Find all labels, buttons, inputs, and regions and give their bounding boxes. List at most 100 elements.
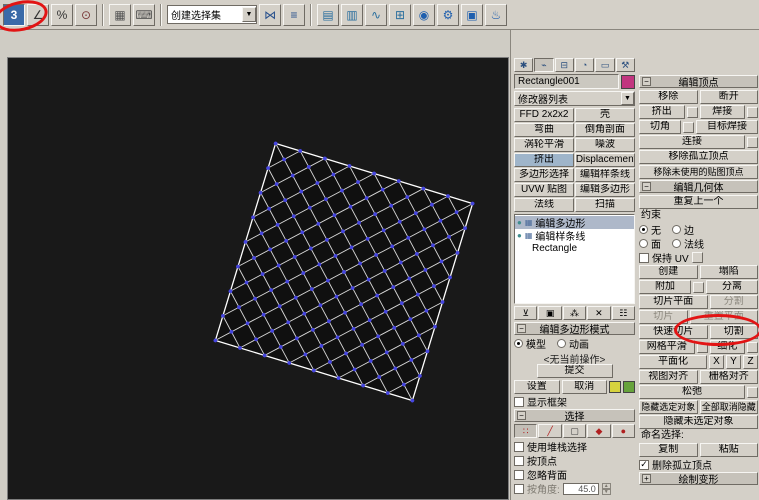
collapse-button[interactable]: 塌陷 [700,265,759,279]
preview-color-chip-2[interactable] [623,381,635,393]
bend-button[interactable]: 弯曲 [514,123,574,137]
constraint-edge-radio[interactable] [672,225,681,234]
spinner-arrows-icon[interactable] [602,483,611,495]
constraint-none-radio[interactable] [639,225,648,234]
tab-utilities[interactable]: ⚒ [616,58,635,72]
rollout-edit-poly-mode-header[interactable]: 编辑多边形模式 [514,322,635,335]
remove-unused-map-verts-button[interactable]: 移除未使用的贴图顶点 [639,165,758,179]
chevron-down-icon[interactable] [242,7,256,22]
lightbulb-icon[interactable]: ● [517,218,522,227]
normal-button[interactable]: 法线 [514,198,574,212]
by-angle-spinner-value[interactable]: 45.0 [563,483,599,495]
show-end-result-button[interactable]: ▣ [538,306,561,320]
tessellate-button[interactable]: 细化 [710,340,746,354]
extrude-settings-button[interactable] [687,107,698,118]
tab-create[interactable]: ✱ [514,58,533,72]
preserve-uv-settings-button[interactable] [692,252,703,263]
target-weld-button[interactable]: 目标焊接 [696,120,758,134]
animate-radio[interactable] [557,339,566,348]
model-radio[interactable] [514,339,523,348]
tab-motion[interactable]: ◔ [575,58,594,72]
split-toggle[interactable]: 分割 [710,295,759,309]
lightbulb-icon[interactable]: ● [517,231,522,240]
remove-button[interactable]: 移除 [639,90,698,104]
by-angle-checkbox[interactable] [514,484,524,494]
chamfer-settings-button[interactable] [683,122,694,133]
copy-button[interactable]: 复制 [639,443,698,457]
remove-isolated-vertices-button[interactable]: 移除孤立顶点 [639,150,758,164]
connect-settings-button[interactable] [747,137,758,148]
tab-hierarchy[interactable]: ⊟ [555,58,574,72]
align-button[interactable]: ≡ [283,4,305,26]
paste-button[interactable]: 粘贴 [700,443,759,457]
edit-spline-button[interactable]: 编辑样条线 [575,168,635,182]
remove-modifier-button[interactable]: ✕ [587,306,610,320]
unhide-all-button[interactable]: 全部取消隐藏 [700,400,759,414]
rendered-frame-button[interactable]: ▣ [461,4,483,26]
vertex-mode-button[interactable]: ∷ [514,424,537,438]
poly-select-button[interactable]: 多边形选择 [514,168,574,182]
constraint-normal-radio[interactable] [672,239,681,248]
edit-named-selection-button[interactable]: ▦ [109,4,131,26]
render-setup-button[interactable]: ⚙ [437,4,459,26]
create-button[interactable]: 创建 [639,265,698,279]
quickslice-button[interactable]: 快速切片 [639,325,708,339]
snap-toggle-3-button[interactable]: 3 [3,4,25,26]
planar-x-button[interactable]: X [709,355,724,369]
preserve-uv-checkbox[interactable] [639,253,649,263]
weld-button[interactable]: 焊接 [700,105,746,119]
break-button[interactable]: 断开 [700,90,759,104]
object-name-field[interactable]: Rectangle001 [514,74,619,89]
edge-mode-button[interactable]: ╱ [538,424,561,438]
meshsmooth-button[interactable]: 网格平滑 [639,340,695,354]
vray-displacement-button[interactable]: ayDisplacementM [575,153,635,167]
schematic-view-button[interactable]: ⊞ [389,4,411,26]
rollout-paint-deform-header[interactable]: 绘制变形 [639,472,758,485]
planar-y-button[interactable]: Y [726,355,741,369]
connect-button[interactable]: 连接 [639,135,745,149]
ignore-backfacing-checkbox[interactable] [514,470,524,480]
rollout-edit-geometry-header[interactable]: 编辑几何体 [639,180,758,193]
angle-snap-button[interactable]: ∠ [27,4,49,26]
tab-modify[interactable]: ⌁ [534,58,553,72]
hide-unselected-button[interactable]: 隐藏未选定对象 [639,415,758,429]
material-editor-button[interactable]: ◉ [413,4,435,26]
polygon-mode-button[interactable]: ◆ [587,424,610,438]
show-frame-checkbox[interactable] [514,397,524,407]
rollout-selection-header[interactable]: 选择 [514,409,635,422]
curve-editor-button[interactable]: ∿ [365,4,387,26]
relax-settings-button[interactable] [747,387,758,398]
cancel-button[interactable]: 取消 [562,380,608,394]
use-stack-selection-checkbox[interactable] [514,442,524,452]
rollout-edit-vertices-header[interactable]: 编辑顶点 [639,75,758,88]
ffd-2x2x2-button[interactable]: FFD 2x2x2 [514,108,574,122]
delete-isolated-vertices-checkbox[interactable]: ✓ [639,460,649,470]
expand-icon[interactable] [642,474,651,483]
constraint-face-radio[interactable] [639,239,648,248]
extrude-button[interactable]: 挤出 [639,105,685,119]
relax-button[interactable]: 松弛 [639,385,745,399]
noise-button[interactable]: 噪波 [575,138,635,152]
by-vertex-checkbox[interactable] [514,456,524,466]
meshsmooth-settings-button[interactable] [697,342,708,353]
attach-button[interactable]: 附加 [639,280,691,294]
graphite-ribbon-button[interactable]: ▥ [341,4,363,26]
shell-button[interactable]: 壳 [575,108,635,122]
weld-settings-button[interactable] [747,107,758,118]
percent-snap-button[interactable]: % [51,4,73,26]
modifier-list-dropdown[interactable]: 修改器列表 [514,91,635,106]
stack-item-edit-spline[interactable]: ●▦编辑样条线 [515,229,634,242]
tab-display[interactable]: ▭ [595,58,614,72]
turbosmooth-button[interactable]: 涡轮平滑 [514,138,574,152]
detach-button[interactable]: 分离 [706,280,758,294]
layer-manager-button[interactable]: ▤ [317,4,339,26]
collapse-icon[interactable] [642,77,651,86]
hide-selected-button[interactable]: 隐藏选定对象 [639,400,698,414]
spinner-snap-button[interactable]: ⊙ [75,4,97,26]
pin-stack-button[interactable]: ⊻ [514,306,537,320]
stack-item-rectangle[interactable]: Rectangle [515,242,634,255]
slice-plane-button[interactable]: 切片平面 [639,295,708,309]
viewport[interactable] [7,57,509,500]
grid-align-button[interactable]: 栅格对齐 [700,370,759,384]
reset-plane-button[interactable]: 重置平面 [690,310,759,324]
